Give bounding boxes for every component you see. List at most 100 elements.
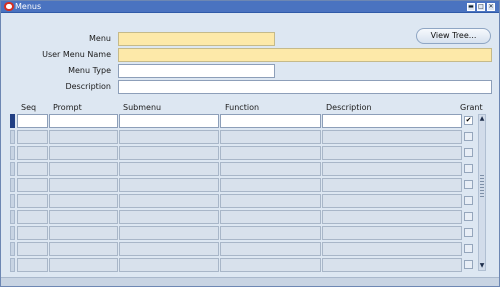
function-cell[interactable] — [220, 130, 321, 144]
prompt-cell[interactable] — [49, 146, 118, 160]
submenu-cell[interactable] — [119, 226, 219, 240]
function-cell[interactable] — [220, 210, 321, 224]
seq-cell[interactable] — [17, 178, 48, 192]
user-menu-name-label: User Menu Name — [42, 50, 111, 59]
description-label: Description — [65, 82, 111, 91]
function-cell[interactable] — [220, 114, 321, 128]
seq-cell[interactable] — [17, 210, 48, 224]
grant-checkbox[interactable] — [464, 244, 473, 253]
window-title: Menus — [15, 2, 42, 11]
row-indicator[interactable] — [10, 194, 15, 208]
seq-cell[interactable] — [17, 114, 48, 128]
function-cell[interactable] — [220, 194, 321, 208]
minimize-button[interactable]: ▬ — [467, 3, 475, 11]
description-cell[interactable] — [322, 178, 462, 192]
scroll-grip-line — [480, 187, 484, 188]
function-cell[interactable] — [220, 242, 321, 256]
row-indicator[interactable] — [10, 162, 15, 176]
description-cell[interactable] — [322, 258, 462, 272]
scroll-grip-line — [480, 193, 484, 194]
submenu-cell[interactable] — [119, 258, 219, 272]
function-cell[interactable] — [220, 178, 321, 192]
function-cell[interactable] — [220, 146, 321, 160]
function-cell[interactable] — [220, 258, 321, 272]
view-tree-button[interactable]: View Tree... — [416, 28, 491, 44]
row-indicator[interactable] — [10, 146, 15, 160]
scroll-up-icon[interactable]: ▲ — [479, 115, 485, 123]
submenu-cell[interactable] — [119, 242, 219, 256]
seq-cell[interactable] — [17, 226, 48, 240]
seq-cell[interactable] — [17, 146, 48, 160]
prompt-cell[interactable] — [49, 130, 118, 144]
row-indicator[interactable] — [10, 114, 15, 128]
prompt-cell[interactable] — [49, 242, 118, 256]
submenu-cell[interactable] — [119, 162, 219, 176]
submenu-cell[interactable] — [119, 130, 219, 144]
row-indicator[interactable] — [10, 226, 15, 240]
row-indicator[interactable] — [10, 258, 15, 272]
column-header-grant: Grant — [460, 103, 483, 112]
close-button[interactable]: ✕ — [487, 3, 495, 11]
grant-checkbox[interactable] — [464, 180, 473, 189]
function-cell[interactable] — [220, 162, 321, 176]
description-cell[interactable] — [322, 162, 462, 176]
description-cell[interactable] — [322, 146, 462, 160]
bottom-strip — [1, 277, 499, 286]
seq-cell[interactable] — [17, 242, 48, 256]
prompt-cell[interactable] — [49, 178, 118, 192]
description-cell[interactable] — [322, 194, 462, 208]
menu-label: Menu — [89, 34, 111, 43]
description-cell[interactable] — [322, 130, 462, 144]
grant-checkbox[interactable] — [464, 132, 473, 141]
seq-cell[interactable] — [17, 194, 48, 208]
scroll-grip-line — [480, 178, 484, 179]
prompt-cell[interactable] — [49, 194, 118, 208]
vertical-scrollbar[interactable]: ▲ ▼ — [478, 114, 486, 271]
grant-checkbox[interactable] — [464, 212, 473, 221]
menu-field[interactable] — [118, 32, 275, 46]
title-bar[interactable]: Menus ▬ □ ✕ — [1, 1, 499, 13]
row-indicator[interactable] — [10, 242, 15, 256]
prompt-cell[interactable] — [49, 114, 118, 128]
row-indicator[interactable] — [10, 130, 15, 144]
grant-checkbox[interactable] — [464, 164, 473, 173]
seq-cell[interactable] — [17, 130, 48, 144]
scroll-down-icon[interactable]: ▼ — [479, 262, 485, 270]
menus-window: Menus ▬ □ ✕ Menu User Menu Name Menu Typ… — [0, 0, 500, 287]
submenu-cell[interactable] — [119, 194, 219, 208]
scroll-grip-line — [480, 184, 484, 185]
grant-checkbox[interactable] — [464, 260, 473, 269]
grant-checkbox[interactable] — [464, 196, 473, 205]
grant-checkbox[interactable]: ✔ — [464, 116, 473, 125]
submenu-cell[interactable] — [119, 114, 219, 128]
column-header-seq: Seq — [21, 103, 37, 112]
grant-checkbox[interactable] — [464, 148, 473, 157]
scroll-grip-line — [480, 196, 484, 197]
scroll-grip-line — [480, 181, 484, 182]
submenu-cell[interactable] — [119, 210, 219, 224]
description-cell[interactable] — [322, 226, 462, 240]
column-header-prompt: Prompt — [53, 103, 82, 112]
user-menu-name-field[interactable] — [118, 48, 492, 62]
prompt-cell[interactable] — [49, 210, 118, 224]
function-cell[interactable] — [220, 226, 321, 240]
row-indicator[interactable] — [10, 178, 15, 192]
grant-checkbox[interactable] — [464, 228, 473, 237]
description-field[interactable] — [118, 80, 492, 94]
row-indicator[interactable] — [10, 210, 15, 224]
maximize-button[interactable]: □ — [477, 3, 485, 11]
submenu-cell[interactable] — [119, 146, 219, 160]
prompt-cell[interactable] — [49, 226, 118, 240]
prompt-cell[interactable] — [49, 258, 118, 272]
column-header-function: Function — [225, 103, 260, 112]
column-header-submenu: Submenu — [123, 103, 162, 112]
menu-type-field[interactable] — [118, 64, 275, 78]
description-cell[interactable] — [322, 242, 462, 256]
seq-cell[interactable] — [17, 258, 48, 272]
submenu-cell[interactable] — [119, 178, 219, 192]
seq-cell[interactable] — [17, 162, 48, 176]
description-cell[interactable] — [322, 210, 462, 224]
description-cell[interactable] — [322, 114, 462, 128]
prompt-cell[interactable] — [49, 162, 118, 176]
column-header-description: Description — [326, 103, 372, 112]
